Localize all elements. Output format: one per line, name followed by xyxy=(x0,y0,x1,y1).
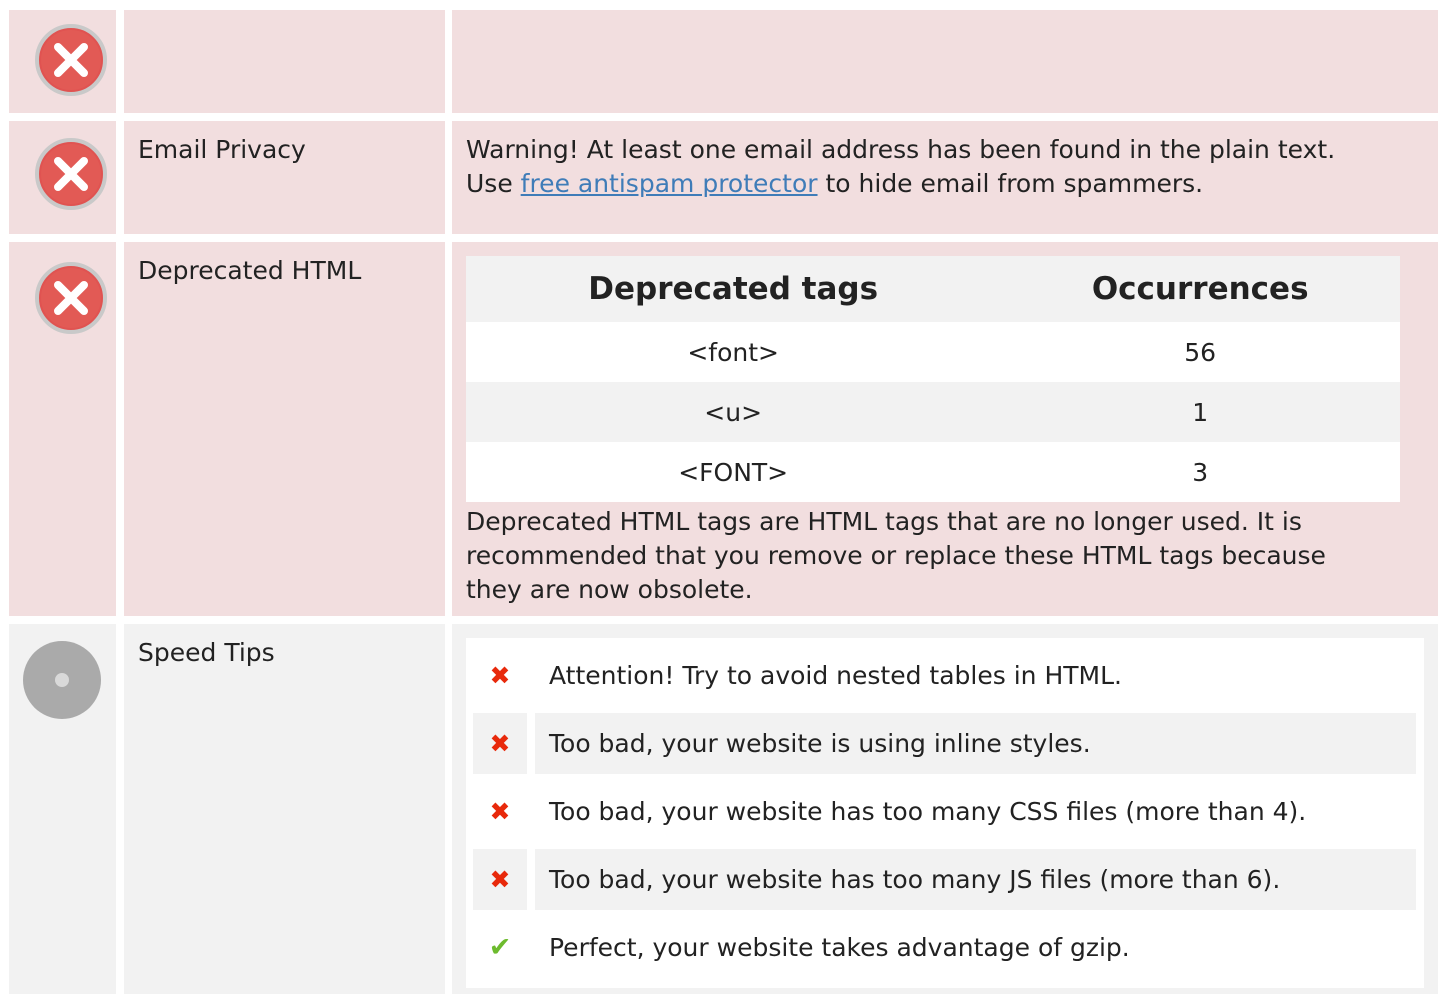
tag-cell: <font> xyxy=(466,322,1001,382)
count-cell: 56 xyxy=(1000,322,1400,382)
list-item: ✖ Attention! Try to avoid nested tables … xyxy=(473,645,1416,706)
tip-text: Too bad, your website has too many JS fi… xyxy=(535,849,1416,910)
count-cell: 3 xyxy=(1000,442,1400,502)
status-cell xyxy=(9,121,116,234)
label-cell xyxy=(124,10,445,113)
row-empty-error xyxy=(0,10,1438,113)
content-cell: Warning! At least one email address has … xyxy=(452,121,1438,234)
deprecated-note: Deprecated HTML tags are HTML tags that … xyxy=(466,505,1326,607)
email-warning: Warning! At least one email address has … xyxy=(466,133,1335,201)
column-header-tags: Deprecated tags xyxy=(466,256,1001,322)
tip-text: Attention! Try to avoid nested tables in… xyxy=(549,661,1122,690)
advice-text: Use free antispam protector to hide emai… xyxy=(466,167,1335,201)
content-cell xyxy=(452,10,1438,113)
tip-text: Too bad, your website is using inline st… xyxy=(535,713,1416,774)
red-x-icon: ✖ xyxy=(489,797,511,826)
label-cell: Email Privacy xyxy=(124,121,445,234)
table-row: <font> 56 xyxy=(466,322,1400,382)
column-header-occurrences: Occurrences xyxy=(1000,256,1400,322)
list-item: ✖ Too bad, your website is using inline … xyxy=(473,713,1416,774)
green-check-icon: ✔ xyxy=(488,932,512,963)
note-line: recommended that you remove or replace t… xyxy=(466,541,1326,570)
content-cell: Deprecated tags Occurrences <font> 56 <u… xyxy=(452,242,1438,616)
table-row: <u> 1 xyxy=(466,382,1400,442)
advice-prefix: Use xyxy=(466,169,521,198)
tip-text: Too bad, your website has too many CSS f… xyxy=(549,797,1307,826)
red-x-icon: ✖ xyxy=(473,849,527,910)
tag-cell: <u> xyxy=(466,382,1001,442)
tag-cell: <FONT> xyxy=(466,442,1001,502)
error-circle-icon xyxy=(35,138,107,210)
note-line: Deprecated HTML tags are HTML tags that … xyxy=(466,507,1302,536)
error-circle-icon xyxy=(35,24,107,96)
table-row: <FONT> 3 xyxy=(466,442,1400,502)
red-x-icon: ✖ xyxy=(473,713,527,774)
note-line: they are now obsolete. xyxy=(466,575,753,604)
row-deprecated-html: Deprecated HTML Deprecated tags Occurren… xyxy=(0,242,1438,616)
content-cell: ✖ Attention! Try to avoid nested tables … xyxy=(452,624,1438,994)
warning-text: Warning! At least one email address has … xyxy=(466,135,1336,164)
table-header-row: Deprecated tags Occurrences xyxy=(466,256,1400,322)
count-cell: 1 xyxy=(1000,382,1400,442)
label-cell: Deprecated HTML xyxy=(124,242,445,616)
antispam-protector-link[interactable]: free antispam protector xyxy=(521,169,818,198)
advice-suffix: to hide email from spammers. xyxy=(817,169,1204,198)
speed-tips-list: ✖ Attention! Try to avoid nested tables … xyxy=(466,638,1424,988)
row-speed-tips: Speed Tips ✖ Attention! Try to avoid nes… xyxy=(0,624,1438,994)
list-item: ✖ Too bad, your website has too many JS … xyxy=(473,849,1416,910)
list-item: ✖ Too bad, your website has too many CSS… xyxy=(473,781,1416,842)
deprecated-tags-table: Deprecated tags Occurrences <font> 56 <u… xyxy=(466,256,1400,502)
status-cell xyxy=(9,242,116,616)
row-email-privacy: Email Privacy Warning! At least one emai… xyxy=(0,121,1438,234)
list-item: ✔ Perfect, your website takes advantage … xyxy=(473,917,1416,978)
row-label: Email Privacy xyxy=(138,135,306,164)
error-circle-icon xyxy=(35,262,107,334)
neutral-circle-icon xyxy=(23,641,101,719)
status-cell xyxy=(9,624,116,994)
row-label: Deprecated HTML xyxy=(138,256,362,285)
label-cell: Speed Tips xyxy=(124,624,445,994)
red-x-icon: ✖ xyxy=(489,661,511,690)
tip-text: Perfect, your website takes advantage of… xyxy=(549,933,1130,962)
status-cell xyxy=(9,10,116,113)
row-label: Speed Tips xyxy=(138,638,275,667)
